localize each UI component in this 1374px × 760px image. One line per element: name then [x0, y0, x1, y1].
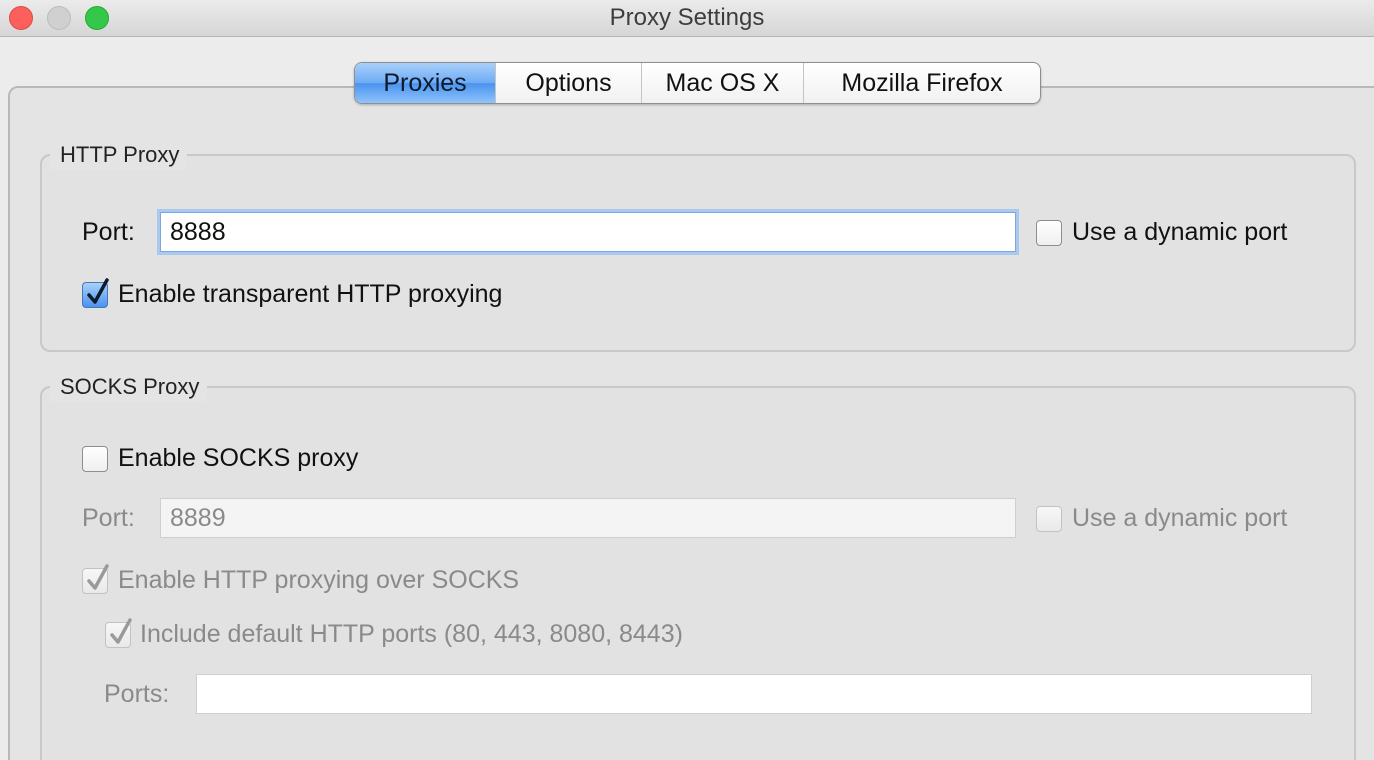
enable-socks-checkbox[interactable] — [82, 446, 108, 472]
socks-proxy-group-title: SOCKS Proxy — [50, 372, 208, 402]
http-port-input[interactable] — [160, 212, 1016, 252]
transparent-proxying-label: Enable transparent HTTP proxying — [118, 280, 503, 308]
enable-socks-label: Enable SOCKS proxy — [118, 444, 359, 472]
http-proxy-group — [40, 154, 1356, 352]
checkmark-icon — [87, 564, 109, 590]
socks-port-input[interactable] — [160, 498, 1016, 538]
tab-proxies[interactable]: Proxies — [355, 63, 496, 103]
transparent-proxying-checkbox[interactable] — [82, 278, 109, 308]
checkmark-icon — [110, 618, 132, 644]
tab-mozilla-firefox[interactable]: Mozilla Firefox — [804, 63, 1040, 103]
checkmark-icon — [87, 278, 109, 304]
socks-port-label: Port: — [82, 504, 135, 532]
http-over-socks-checkbox[interactable] — [82, 564, 109, 594]
include-default-ports-checkbox[interactable] — [105, 618, 132, 648]
ports-label: Ports: — [104, 680, 170, 708]
window-title: Proxy Settings — [609, 4, 765, 31]
http-over-socks-label: Enable HTTP proxying over SOCKS — [118, 566, 520, 594]
tab-mac-os-x[interactable]: Mac OS X — [642, 63, 804, 103]
tab-bar: Proxies Options Mac OS X Mozilla Firefox — [354, 62, 1041, 104]
http-port-label: Port: — [82, 218, 135, 246]
http-dynamic-port-label: Use a dynamic port — [1072, 218, 1288, 246]
title-bar[interactable]: Proxy Settings — [0, 0, 1374, 37]
http-dynamic-port-checkbox[interactable] — [1036, 220, 1062, 246]
proxy-settings-window: Proxy Settings Proxies Options Mac OS X … — [0, 0, 1374, 760]
socks-dynamic-port-label: Use a dynamic port — [1072, 504, 1288, 532]
socks-dynamic-port-checkbox[interactable] — [1036, 506, 1062, 532]
http-proxy-group-title: HTTP Proxy — [50, 140, 188, 170]
tab-options[interactable]: Options — [496, 63, 642, 103]
include-default-ports-label: Include default HTTP ports (80, 443, 808… — [140, 620, 683, 648]
ports-input[interactable] — [196, 674, 1312, 714]
